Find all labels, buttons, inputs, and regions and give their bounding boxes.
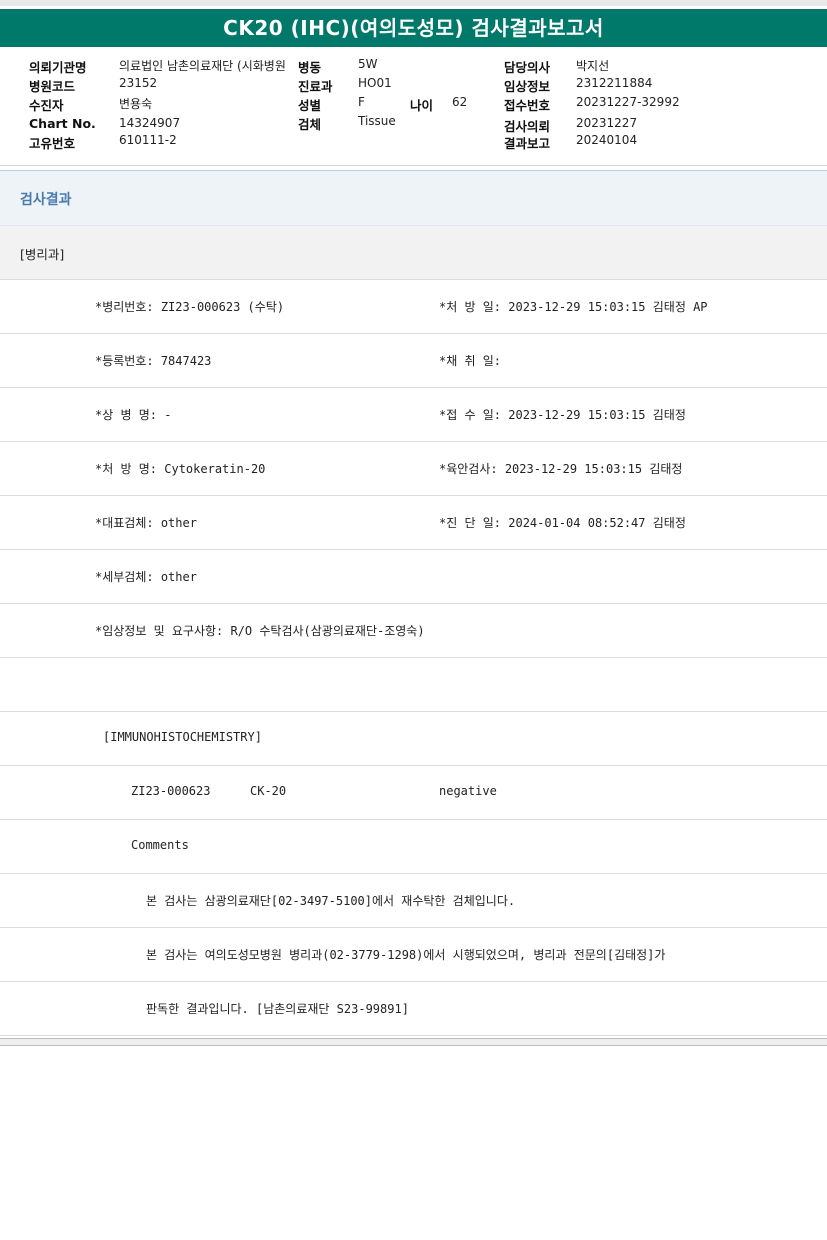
comment-line: 본 검사는 여의도성모병원 병리과(02-3779-1298)에서 시행되었으며… bbox=[0, 928, 827, 982]
detail-left: *처 방 명: Cytokeratin-20 bbox=[95, 462, 266, 476]
detail-row: *병리번호: ZI23-000623 (수탁) *처 방 일: 2023-12-… bbox=[0, 280, 827, 334]
ihc-case-no: ZI23-000623 bbox=[131, 784, 211, 798]
clinical-value: 2312211884 bbox=[576, 76, 653, 90]
detail-left: *대표검체: other bbox=[95, 516, 197, 530]
blank-row bbox=[0, 658, 827, 712]
comment-text: 판독한 결과입니다. [남촌의료재단 S23-99891] bbox=[146, 1002, 409, 1016]
dept-section-label: [병리과] bbox=[20, 247, 65, 262]
sex-label: 성별 bbox=[298, 98, 322, 113]
report-value: 20240104 bbox=[576, 133, 638, 147]
patient-label: 수진자 bbox=[29, 98, 64, 113]
comment-line: 판독한 결과입니다. [남촌의료재단 S23-99891] bbox=[0, 982, 827, 1036]
dept-value: HO01 bbox=[358, 76, 392, 90]
ihc-section-row: [IMMUNOHISTOCHEMISTRY] bbox=[0, 712, 827, 766]
header-divider bbox=[0, 165, 827, 166]
hospital-code-value: 23152 bbox=[119, 76, 158, 90]
detail-left: *등록번호: 7847423 bbox=[95, 354, 212, 368]
ihc-result-row: ZI23-000623 CK-20 negative bbox=[0, 766, 827, 820]
chart-label: Chart No. bbox=[29, 116, 96, 131]
specimen-label: 검체 bbox=[298, 117, 322, 132]
detail-left: *임상정보 및 요구사항: R/O 수탁검사(삼광의료재단-조영숙) bbox=[95, 624, 425, 638]
result-title: 검사결과 bbox=[20, 192, 72, 208]
ihc-marker: CK-20 bbox=[250, 784, 287, 798]
institution-value: 의료법인 남촌의료재단 (시화병원 bbox=[119, 59, 286, 73]
comments-row: Comments bbox=[0, 820, 827, 874]
chart-value: 14324907 bbox=[119, 116, 181, 130]
detail-row: *대표검체: other *진 단 일: 2024-01-04 08:52:47… bbox=[0, 496, 827, 550]
result-section-header: 검사결과 bbox=[0, 170, 827, 226]
ihc-section-label: [IMMUNOHISTOCHEMISTRY] bbox=[103, 730, 262, 744]
ward-value: 5W bbox=[358, 57, 378, 71]
specimen-value: Tissue bbox=[358, 114, 396, 128]
clinical-label: 임상정보 bbox=[504, 79, 551, 94]
doctor-label: 담당의사 bbox=[504, 60, 551, 75]
comment-line: 본 검사는 삼광의료재단[02-3497-5100]에서 재수탁한 검체입니다. bbox=[0, 874, 827, 928]
comment-text: 본 검사는 삼광의료재단[02-3497-5100]에서 재수탁한 검체입니다. bbox=[146, 894, 516, 908]
unique-value: 610111-2 bbox=[119, 133, 177, 147]
doctor-value: 박지선 bbox=[576, 59, 610, 73]
sex-value: F bbox=[358, 95, 365, 109]
dept-section: [병리과] bbox=[0, 226, 827, 280]
detail-row: *임상정보 및 요구사항: R/O 수탁검사(삼광의료재단-조영숙) bbox=[0, 604, 827, 658]
receipt-value: 20231227-32992 bbox=[576, 95, 680, 109]
detail-right: *채 취 일: bbox=[439, 354, 502, 368]
top-rule bbox=[0, 0, 827, 6]
detail-right: *육안검사: 2023-12-29 15:03:15 김태정 bbox=[439, 462, 683, 476]
ward-label: 병동 bbox=[298, 60, 322, 75]
institution-label: 의뢰기관명 bbox=[29, 60, 87, 75]
report-label: 결과보고 bbox=[504, 136, 551, 151]
patient-value: 변용숙 bbox=[119, 97, 153, 111]
detail-row: *상 병 명: - *접 수 일: 2023-12-29 15:03:15 김태… bbox=[0, 388, 827, 442]
detail-row: *등록번호: 7847423 *채 취 일: bbox=[0, 334, 827, 388]
dept-label: 진료과 bbox=[298, 79, 333, 94]
detail-left: *세부검체: other bbox=[95, 570, 197, 584]
detail-left: *병리번호: ZI23-000623 (수탁) bbox=[95, 300, 285, 314]
bottom-rule bbox=[0, 1038, 827, 1046]
detail-row: *처 방 명: Cytokeratin-20 *육안검사: 2023-12-29… bbox=[0, 442, 827, 496]
ihc-result: negative bbox=[439, 784, 497, 798]
detail-right: *접 수 일: 2023-12-29 15:03:15 김태정 bbox=[439, 408, 686, 422]
detail-left: *상 병 명: - bbox=[95, 408, 172, 422]
receipt-label: 접수번호 bbox=[504, 98, 551, 113]
detail-right: *진 단 일: 2024-01-04 08:52:47 김태정 bbox=[439, 516, 686, 530]
comment-text: 본 검사는 여의도성모병원 병리과(02-3779-1298)에서 시행되었으며… bbox=[146, 948, 666, 962]
detail-right: *처 방 일: 2023-12-29 15:03:15 김태정 AP bbox=[439, 300, 708, 314]
age-value: 62 bbox=[452, 95, 468, 109]
hospital-code-label: 병원코드 bbox=[29, 79, 76, 94]
unique-label: 고유번호 bbox=[29, 136, 76, 151]
request-value: 20231227 bbox=[576, 116, 638, 130]
detail-row: *세부검체: other bbox=[0, 550, 827, 604]
age-label: 나이 bbox=[410, 98, 434, 113]
report-title: CK20 (IHC)(여의도성모) 검사결과보고서 bbox=[0, 9, 827, 47]
comments-label: Comments bbox=[131, 838, 189, 852]
